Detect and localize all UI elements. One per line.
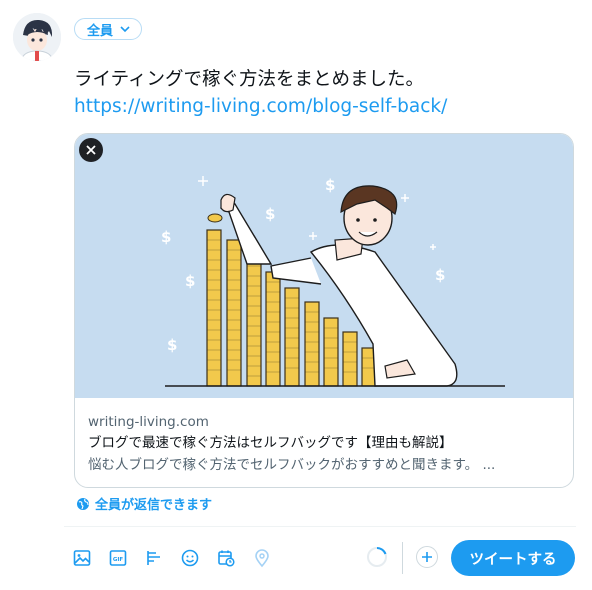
gif-button[interactable]: GIF <box>100 540 136 576</box>
link-preview-card[interactable]: $ $ $ $ $ $ writing-living.com ブログで最速で稼ぐ… <box>74 133 574 488</box>
chevron-down-icon <box>120 26 130 33</box>
divider <box>64 526 576 527</box>
svg-text:$: $ <box>185 272 195 290</box>
character-count-ring <box>367 546 387 567</box>
svg-text:$: $ <box>325 176 335 194</box>
reply-setting-label: 全員が返信できます <box>95 498 213 513</box>
card-body: writing-living.com ブログで最速で稼ぐ方法はセルフバッグです【… <box>88 412 563 476</box>
poll-icon <box>147 551 160 565</box>
coin-stack-illustration: $ $ $ $ $ $ <box>161 176 505 387</box>
audience-selector[interactable]: 全員 <box>74 18 143 40</box>
tweet-text: ライティングで稼ぐ方法をまとめました。 <box>74 69 425 90</box>
plus-icon <box>422 552 432 562</box>
add-tweet-button[interactable] <box>416 546 438 568</box>
svg-text:$: $ <box>435 266 445 284</box>
emoji-icon <box>181 549 199 567</box>
card-description: 悩む人ブログで稼ぐ方法でセルフバックがおすすめと聞きます。 ... <box>88 457 496 473</box>
remove-card-button[interactable] <box>79 138 103 162</box>
schedule-button[interactable] <box>208 540 244 576</box>
location-button[interactable] <box>244 540 280 576</box>
emoji-button[interactable] <box>172 540 208 576</box>
svg-text:$: $ <box>167 336 177 354</box>
svg-text:$: $ <box>265 205 275 223</box>
close-icon <box>86 145 96 155</box>
tweet-text-area[interactable]: ライティングで稼ぐ方法をまとめました。 https://writing-livi… <box>74 66 564 120</box>
media-button[interactable] <box>64 540 100 576</box>
audience-label: 全員 <box>87 23 114 39</box>
card-image: $ $ $ $ $ $ <box>75 134 573 398</box>
image-icon <box>73 550 91 566</box>
toolbar-separator <box>402 542 403 574</box>
gif-icon: GIF <box>109 550 127 566</box>
composer-toolbar: GIF <box>64 540 280 576</box>
card-title: ブログで最速で稼ぐ方法はセルフバッグです【理由も解説】 <box>88 435 453 451</box>
globe-icon <box>77 497 89 510</box>
poll-button[interactable] <box>136 540 172 576</box>
tweet-button[interactable]: ツイートする <box>451 540 575 576</box>
location-icon <box>255 549 269 568</box>
svg-text:$: $ <box>161 228 171 246</box>
avatar-illustration <box>13 13 61 61</box>
avatar[interactable] <box>13 13 61 61</box>
card-domain: writing-living.com <box>88 414 209 430</box>
schedule-icon <box>218 550 235 567</box>
reply-setting-button[interactable]: 全員が返信できます <box>76 494 212 513</box>
tweet-link[interactable]: https://writing-living.com/blog-self-bac… <box>74 93 564 120</box>
svg-text:GIF: GIF <box>113 557 124 563</box>
